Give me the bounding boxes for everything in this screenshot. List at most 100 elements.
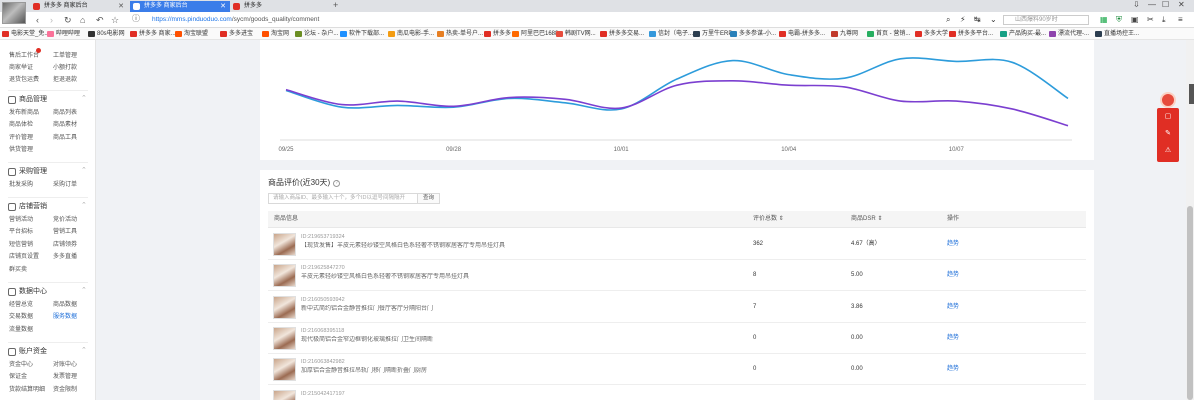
sidebar-section-title[interactable]: 采购管理 ⌃ bbox=[8, 167, 87, 177]
chevron-up-icon[interactable]: ⌃ bbox=[81, 346, 87, 356]
maximize-button[interactable]: ☐ bbox=[1162, 0, 1169, 9]
bookmark-item[interactable]: 多多参谋-小... bbox=[730, 30, 776, 38]
bookmark-item[interactable]: 九尊网 bbox=[831, 30, 858, 38]
sidebar-item[interactable]: 店铺领券 bbox=[53, 241, 77, 249]
bookmark-item[interactable]: 首页 - 营销... bbox=[867, 30, 910, 38]
trend-link[interactable]: 趋势 bbox=[947, 260, 959, 290]
sidebar-item[interactable]: 商品素材 bbox=[53, 121, 77, 129]
sidebar-item[interactable]: 多多直播 bbox=[53, 253, 77, 261]
sidebar-item[interactable]: 拒退退款 bbox=[53, 76, 77, 84]
bookmark-item[interactable]: 直播场控王... bbox=[1095, 30, 1139, 38]
sidebar-item[interactable]: 流量数据 bbox=[9, 326, 33, 334]
bookmark-item[interactable]: 信封（电子... bbox=[649, 30, 693, 38]
back-icon[interactable]: ‹ bbox=[36, 14, 39, 26]
sidebar-item[interactable]: 评价管理 bbox=[9, 134, 33, 142]
sidebar-item[interactable]: 供货管理 bbox=[9, 146, 33, 154]
chevron-up-icon[interactable]: ⌃ bbox=[81, 94, 87, 104]
sidebar-item[interactable]: 工单管理 bbox=[53, 52, 77, 60]
cut-icon[interactable]: ✂ bbox=[1147, 14, 1154, 26]
sidebar-item[interactable]: 服务数据 bbox=[53, 313, 77, 321]
column-header-review-count[interactable]: 评价总数 ⇕ bbox=[753, 211, 784, 228]
sidebar-item[interactable]: 营销活动 bbox=[9, 216, 33, 224]
search-engine-input[interactable]: 山西爆料90岁时 bbox=[1003, 15, 1089, 25]
sidebar-item[interactable]: 采购订单 bbox=[53, 181, 77, 189]
sidebar-item[interactable]: 保证金 bbox=[9, 373, 27, 381]
side-panel-handle[interactable] bbox=[1189, 84, 1194, 104]
bookmark-item[interactable]: 拼多多 商家... bbox=[130, 30, 176, 38]
new-tab-button[interactable]: + bbox=[333, 0, 338, 10]
sidebar-section-title[interactable]: 账户资金 ⌃ bbox=[8, 347, 87, 357]
bookmark-item[interactable]: 电影天堂_免... bbox=[2, 30, 49, 38]
minimize-button[interactable]: — bbox=[1148, 0, 1156, 9]
close-window-button[interactable]: ✕ bbox=[1178, 0, 1185, 9]
bookmark-item[interactable]: 多多大学 bbox=[915, 30, 948, 38]
home-icon[interactable]: ⌂ bbox=[80, 14, 85, 26]
sidebar-item[interactable]: 商品列表 bbox=[53, 109, 77, 117]
trend-link[interactable]: 趋势 bbox=[947, 292, 959, 322]
warning-icon[interactable]: ⚠ bbox=[1164, 147, 1172, 155]
shield-icon[interactable]: ⛨ bbox=[1116, 14, 1122, 26]
sidebar-item[interactable]: 对账中心 bbox=[53, 361, 77, 369]
download-icon[interactable]: ⤓ bbox=[1162, 14, 1166, 26]
edit-icon[interactable]: ✎ bbox=[1164, 130, 1172, 138]
chevron-up-icon[interactable]: ⌃ bbox=[81, 166, 87, 176]
sidebar-item[interactable]: 商品工具 bbox=[53, 134, 77, 142]
bookmark-item[interactable]: 拼多多平台... bbox=[949, 30, 993, 38]
mascot-icon[interactable] bbox=[1160, 92, 1176, 108]
dropdown-chevron-icon[interactable]: ⌄ bbox=[990, 14, 997, 26]
sidebar-item[interactable]: 平台招标 bbox=[9, 228, 33, 236]
bookmark-item[interactable]: 拼多多 bbox=[484, 30, 511, 38]
sidebar-item[interactable]: 售后工作台 bbox=[9, 52, 39, 60]
sidebar-section-title[interactable]: 店铺营销 ⌃ bbox=[8, 202, 87, 212]
chevron-up-icon[interactable]: ⌃ bbox=[81, 201, 87, 211]
browser-tab-3[interactable]: 拼多多 bbox=[230, 1, 330, 12]
bookmark-item[interactable]: 韩剧TV网... bbox=[556, 30, 596, 38]
bookmark-item[interactable]: 淘宝联盟 bbox=[175, 30, 208, 38]
star-icon[interactable]: ☆ bbox=[111, 14, 119, 26]
sidebar-item[interactable]: 资金限制 bbox=[53, 386, 77, 394]
sidebar-item[interactable]: 商家举证 bbox=[9, 64, 33, 72]
bookmark-item[interactable]: 热卖-单号户... bbox=[437, 30, 483, 38]
browser-avatar-icon[interactable] bbox=[2, 2, 26, 24]
sidebar-item[interactable]: 竞价活动 bbox=[53, 216, 77, 224]
sidebar-item[interactable]: 店铺页设置 bbox=[9, 253, 39, 261]
sidebar-item[interactable]: 退货包运费 bbox=[9, 76, 39, 84]
bookmark-item[interactable]: 论坛 - 杂户... bbox=[295, 30, 338, 38]
url-bar[interactable]: ⓘ https://mms.pinduoduo.com/sycm/goods_q… bbox=[128, 14, 998, 26]
scrollbar-thumb[interactable] bbox=[1187, 206, 1193, 400]
ia-extension-icon[interactable]: ▣ bbox=[1131, 14, 1139, 26]
download-icon[interactable]: ⇩ bbox=[1133, 0, 1140, 9]
query-button[interactable]: 查询 bbox=[418, 193, 440, 204]
undo-icon[interactable]: ↶ bbox=[96, 14, 104, 26]
column-header-dsr[interactable]: 商品DSR ⇕ bbox=[851, 211, 882, 228]
browser-tab-2[interactable]: 拼多多 商家后台 ✕ bbox=[130, 1, 230, 12]
bookmark-item[interactable]: 产品购买-最... bbox=[1000, 30, 1046, 38]
chevron-up-icon[interactable]: ⌃ bbox=[81, 286, 87, 296]
bookmark-item[interactable]: 万里牛ERP bbox=[693, 30, 732, 38]
sidebar-item[interactable]: 营销工具 bbox=[53, 228, 77, 236]
bookmark-item[interactable]: 软件下载部... bbox=[340, 30, 384, 38]
sidebar-item[interactable]: 短信营销 bbox=[9, 241, 33, 249]
sidebar-item[interactable]: 交易数据 bbox=[9, 313, 33, 321]
bookmark-item[interactable]: 电霸-拼多多... bbox=[779, 30, 825, 38]
product-id-search-input[interactable]: 请输入商品ID、最多输入十个，多个ID以逗号间隔隔开 bbox=[268, 193, 418, 204]
message-icon[interactable]: ▢ bbox=[1164, 113, 1172, 121]
sidebar-item[interactable]: 资金中心 bbox=[9, 361, 33, 369]
sidebar-item[interactable]: 商品体检 bbox=[9, 121, 33, 129]
forward-icon[interactable]: › bbox=[50, 14, 53, 26]
bookmark-item[interactable]: 哔哩哔哩 bbox=[47, 30, 80, 38]
sidebar-item[interactable]: 批发采购 bbox=[9, 181, 33, 189]
bookmark-item[interactable]: 拼多多交易... bbox=[600, 30, 644, 38]
close-icon[interactable]: ✕ bbox=[220, 1, 226, 12]
lightning-icon[interactable]: ⚡ bbox=[960, 14, 966, 26]
sidebar-item[interactable]: 小额打款 bbox=[53, 64, 77, 72]
sidebar-item[interactable]: 发票管理 bbox=[53, 373, 77, 381]
trend-link[interactable]: 趋势 bbox=[947, 354, 959, 384]
trend-link[interactable]: 趋势 bbox=[947, 229, 959, 259]
bookmark-item[interactable]: 漂流代理-... bbox=[1049, 30, 1089, 38]
sidebar-item[interactable]: 货款结算明细 bbox=[9, 386, 45, 394]
translate-icon[interactable]: ↹ bbox=[974, 14, 981, 26]
sidebar-item[interactable]: 商品数据 bbox=[53, 301, 77, 309]
bookmark-item[interactable]: 多多进宝 bbox=[220, 30, 253, 38]
bookmark-item[interactable]: 南瓜电影-手... bbox=[388, 30, 434, 38]
